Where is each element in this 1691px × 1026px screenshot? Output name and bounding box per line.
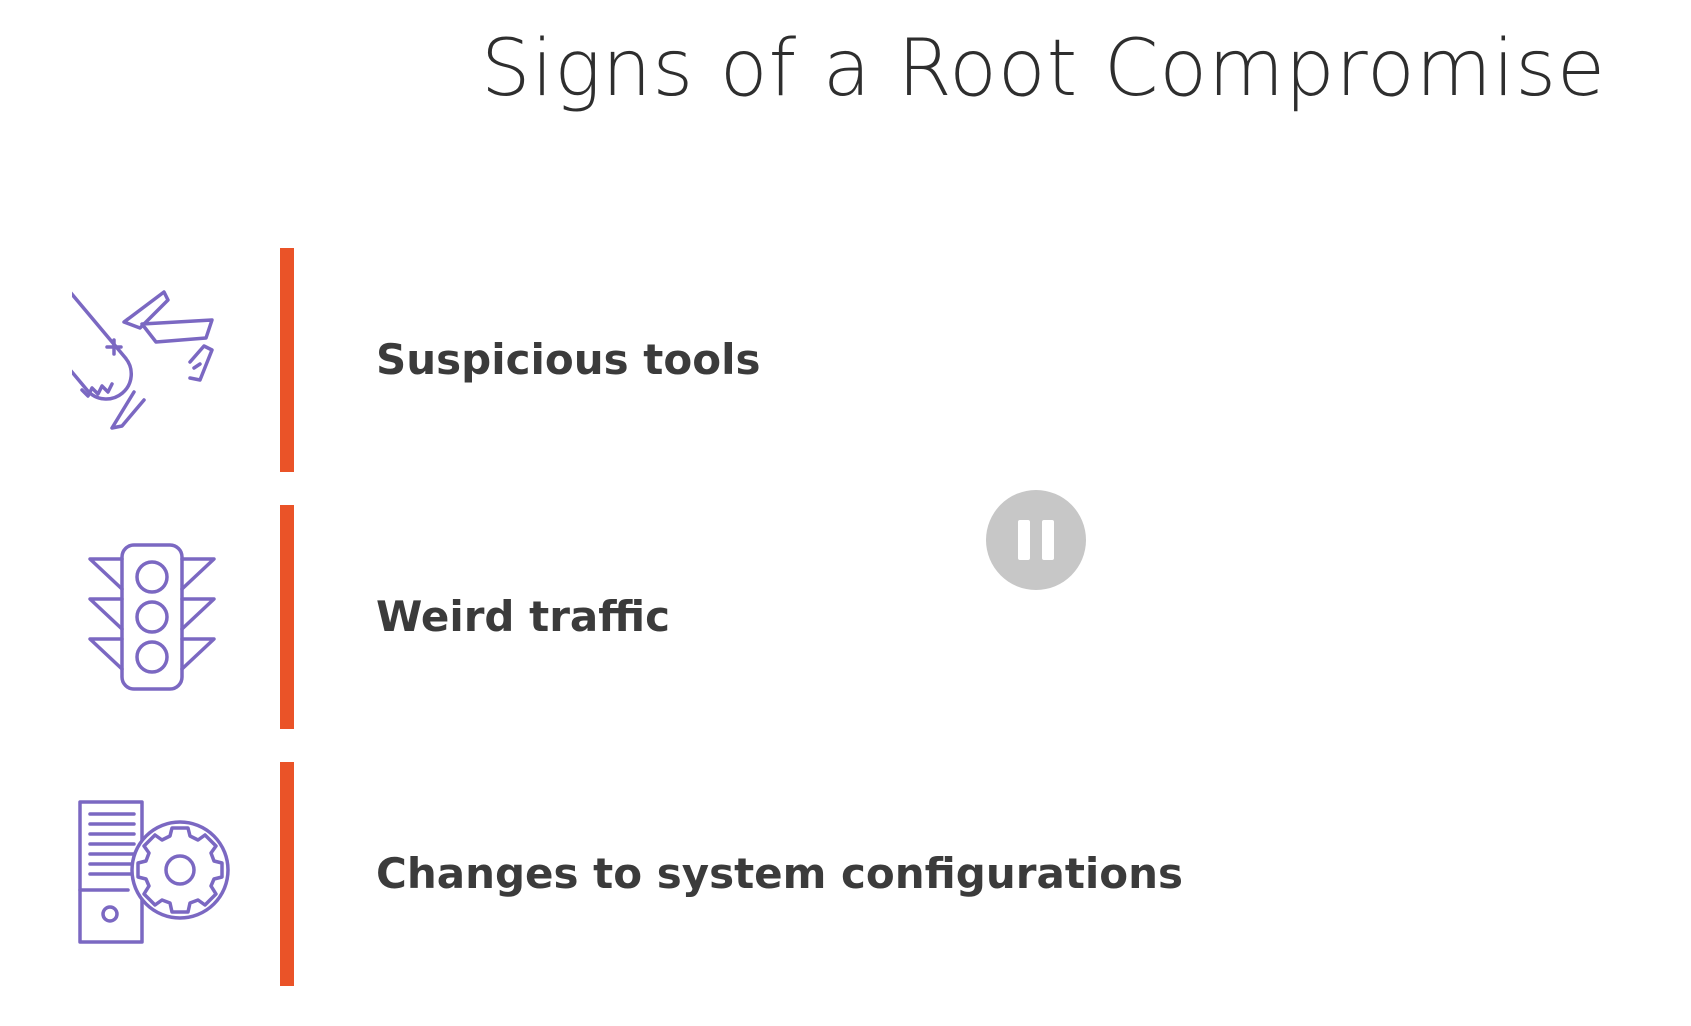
item-label: Suspicious tools xyxy=(376,335,761,384)
list-item-suspicious-tools: Suspicious tools xyxy=(0,248,1691,472)
slide-title: Signs of a Root Compromise xyxy=(481,24,1606,114)
server-gear-icon xyxy=(78,800,230,944)
accent-bar xyxy=(280,762,294,986)
item-label: Changes to system configurations xyxy=(376,849,1184,898)
list-item-weird-traffic: Weird traffic xyxy=(0,505,1691,729)
accent-bar xyxy=(280,505,294,729)
accent-bar xyxy=(280,248,294,472)
list-item-system-configurations: Changes to system configurations xyxy=(0,762,1691,986)
item-label: Weird traffic xyxy=(376,592,670,641)
pause-button[interactable] xyxy=(986,490,1086,590)
traffic-light-icon xyxy=(88,543,216,691)
swiss-army-knife-icon xyxy=(72,280,214,430)
